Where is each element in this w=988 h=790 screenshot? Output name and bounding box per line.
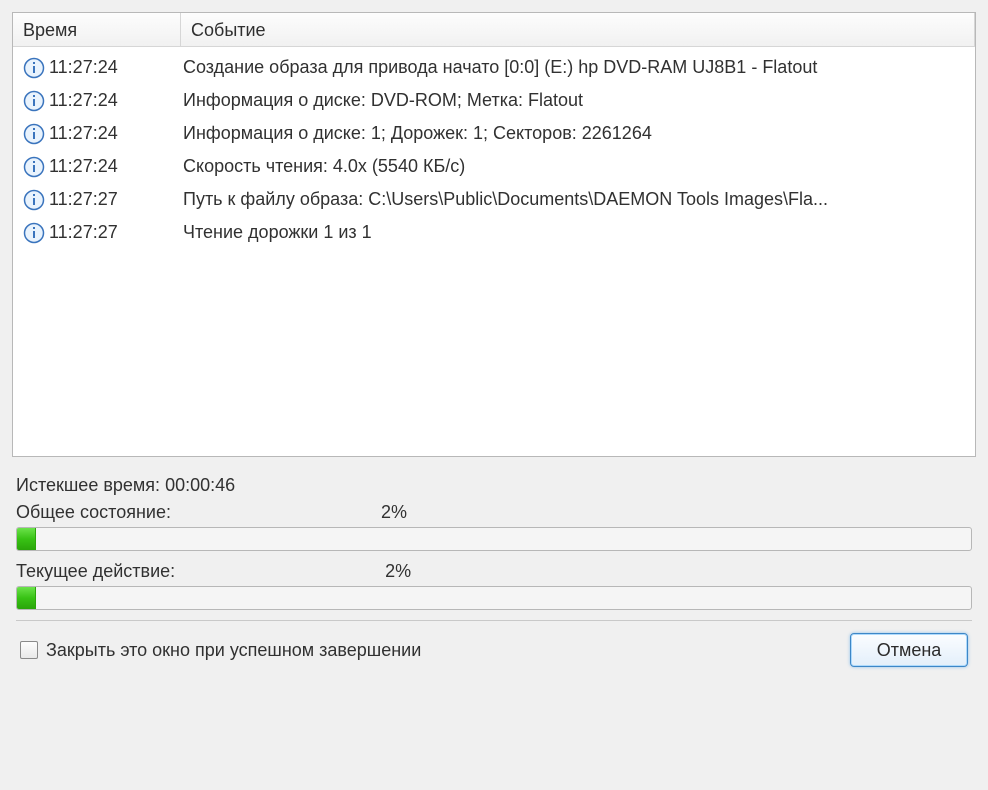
overall-progress-bar bbox=[16, 527, 972, 551]
log-event: Скорость чтения: 4.0x (5540 КБ/с) bbox=[181, 156, 965, 177]
log-body: 11:27:24Создание образа для привода нача… bbox=[13, 47, 975, 456]
log-row[interactable]: 11:27:24Информация о диске: DVD-ROM; Мет… bbox=[13, 84, 975, 117]
elapsed-label: Истекшее время: bbox=[16, 475, 160, 495]
log-row[interactable]: 11:27:27Путь к файлу образа: C:\Users\Pu… bbox=[13, 183, 975, 216]
info-icon bbox=[23, 189, 49, 211]
log-event: Информация о диске: DVD-ROM; Метка: Flat… bbox=[181, 90, 965, 111]
close-on-success-checkbox[interactable] bbox=[20, 641, 38, 659]
log-header: Время Событие bbox=[13, 13, 975, 47]
info-icon bbox=[23, 222, 49, 244]
log-time: 11:27:24 bbox=[49, 90, 181, 111]
footer: Закрыть это окно при успешном завершении… bbox=[16, 633, 972, 671]
log-header-event[interactable]: Событие bbox=[181, 13, 975, 46]
current-progress-block: Текущее действие: 2% bbox=[16, 561, 972, 610]
close-on-success-label: Закрыть это окно при успешном завершении bbox=[46, 640, 421, 661]
status-area: Истекшее время: 00:00:46 Общее состояние… bbox=[12, 457, 976, 671]
log-header-time[interactable]: Время bbox=[13, 13, 181, 46]
log-row[interactable]: 11:27:27Чтение дорожки 1 из 1 bbox=[13, 216, 975, 249]
info-icon bbox=[23, 90, 49, 112]
divider bbox=[16, 620, 972, 621]
log-time: 11:27:27 bbox=[49, 189, 181, 210]
log-panel: Время Событие 11:27:24Создание образа дл… bbox=[12, 12, 976, 457]
current-label: Текущее действие: bbox=[16, 561, 175, 582]
cancel-button[interactable]: Отмена bbox=[850, 633, 968, 667]
elapsed-time: Истекшее время: 00:00:46 bbox=[16, 475, 972, 496]
current-progress-bar bbox=[16, 586, 972, 610]
current-percent-text: 2% bbox=[385, 561, 411, 582]
close-on-success-option[interactable]: Закрыть это окно при успешном завершении bbox=[20, 640, 421, 661]
overall-percent-text: 2% bbox=[381, 502, 407, 523]
elapsed-value: 00:00:46 bbox=[165, 475, 235, 495]
log-time: 11:27:27 bbox=[49, 222, 181, 243]
log-row[interactable]: 11:27:24Создание образа для привода нача… bbox=[13, 51, 975, 84]
log-event: Путь к файлу образа: C:\Users\Public\Doc… bbox=[181, 189, 965, 210]
log-time: 11:27:24 bbox=[49, 57, 181, 78]
overall-progress-block: Общее состояние: 2% bbox=[16, 502, 972, 551]
overall-progress-fill bbox=[17, 528, 36, 550]
log-event: Создание образа для привода начато [0:0]… bbox=[181, 57, 965, 78]
log-time: 11:27:24 bbox=[49, 156, 181, 177]
log-event: Чтение дорожки 1 из 1 bbox=[181, 222, 965, 243]
log-time: 11:27:24 bbox=[49, 123, 181, 144]
log-event: Информация о диске: 1; Дорожек: 1; Секто… bbox=[181, 123, 965, 144]
info-icon bbox=[23, 57, 49, 79]
overall-label: Общее состояние: bbox=[16, 502, 171, 523]
current-progress-fill bbox=[17, 587, 36, 609]
log-row[interactable]: 11:27:24Скорость чтения: 4.0x (5540 КБ/с… bbox=[13, 150, 975, 183]
info-icon bbox=[23, 123, 49, 145]
log-row[interactable]: 11:27:24Информация о диске: 1; Дорожек: … bbox=[13, 117, 975, 150]
info-icon bbox=[23, 156, 49, 178]
